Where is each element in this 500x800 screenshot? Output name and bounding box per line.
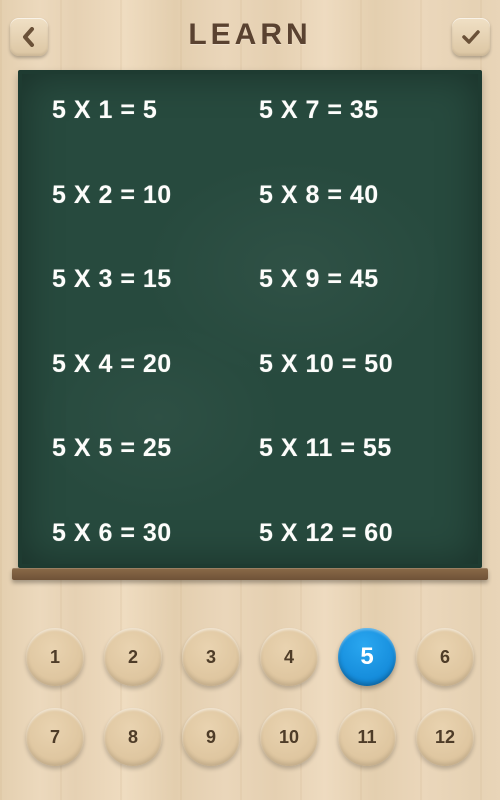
multiplier-button-8[interactable]: 8 (104, 708, 162, 766)
multiplier-button-2[interactable]: 2 (104, 628, 162, 686)
selector-row: 1 2 3 4 5 6 (26, 628, 474, 686)
chevron-left-icon (21, 27, 37, 47)
equations-left-column: 5 X 1 = 5 5 X 2 = 10 5 X 3 = 15 5 X 4 = … (52, 98, 249, 546)
equation: 5 X 2 = 10 (52, 183, 249, 208)
page-title: LEARN (188, 18, 311, 52)
equation: 5 X 9 = 45 (259, 267, 456, 292)
equations-right-column: 5 X 7 = 35 5 X 8 = 40 5 X 9 = 45 5 X 10 … (249, 98, 456, 546)
equation: 5 X 10 = 50 (259, 352, 456, 377)
equation: 5 X 11 = 55 (259, 436, 456, 461)
multiplier-button-1[interactable]: 1 (26, 628, 84, 686)
equation: 5 X 12 = 60 (259, 521, 456, 546)
multiplier-button-10[interactable]: 10 (260, 708, 318, 766)
multiplier-button-11[interactable]: 11 (338, 708, 396, 766)
back-button[interactable] (10, 18, 48, 56)
header: LEARN (0, 0, 500, 70)
multiplier-button-12[interactable]: 12 (416, 708, 474, 766)
multiplier-button-5[interactable]: 5 (338, 628, 396, 686)
multiplier-button-3[interactable]: 3 (182, 628, 240, 686)
chalkboard-container: 5 X 1 = 5 5 X 2 = 10 5 X 3 = 15 5 X 4 = … (18, 70, 482, 580)
equation: 5 X 6 = 30 (52, 521, 249, 546)
multiplier-button-7[interactable]: 7 (26, 708, 84, 766)
selector-row: 7 8 9 10 11 12 (26, 708, 474, 766)
chalkboard-ledge (12, 568, 488, 580)
check-icon (461, 28, 481, 46)
multiplier-selector: 1 2 3 4 5 6 7 8 9 10 11 12 (0, 628, 500, 766)
multiplier-button-6[interactable]: 6 (416, 628, 474, 686)
confirm-button[interactable] (452, 18, 490, 56)
equation: 5 X 3 = 15 (52, 267, 249, 292)
equation: 5 X 5 = 25 (52, 436, 249, 461)
equation: 5 X 7 = 35 (259, 98, 456, 123)
multiplier-button-9[interactable]: 9 (182, 708, 240, 766)
equation: 5 X 1 = 5 (52, 98, 249, 123)
chalkboard: 5 X 1 = 5 5 X 2 = 10 5 X 3 = 15 5 X 4 = … (18, 70, 482, 568)
multiplier-button-4[interactable]: 4 (260, 628, 318, 686)
equation: 5 X 8 = 40 (259, 183, 456, 208)
equation: 5 X 4 = 20 (52, 352, 249, 377)
